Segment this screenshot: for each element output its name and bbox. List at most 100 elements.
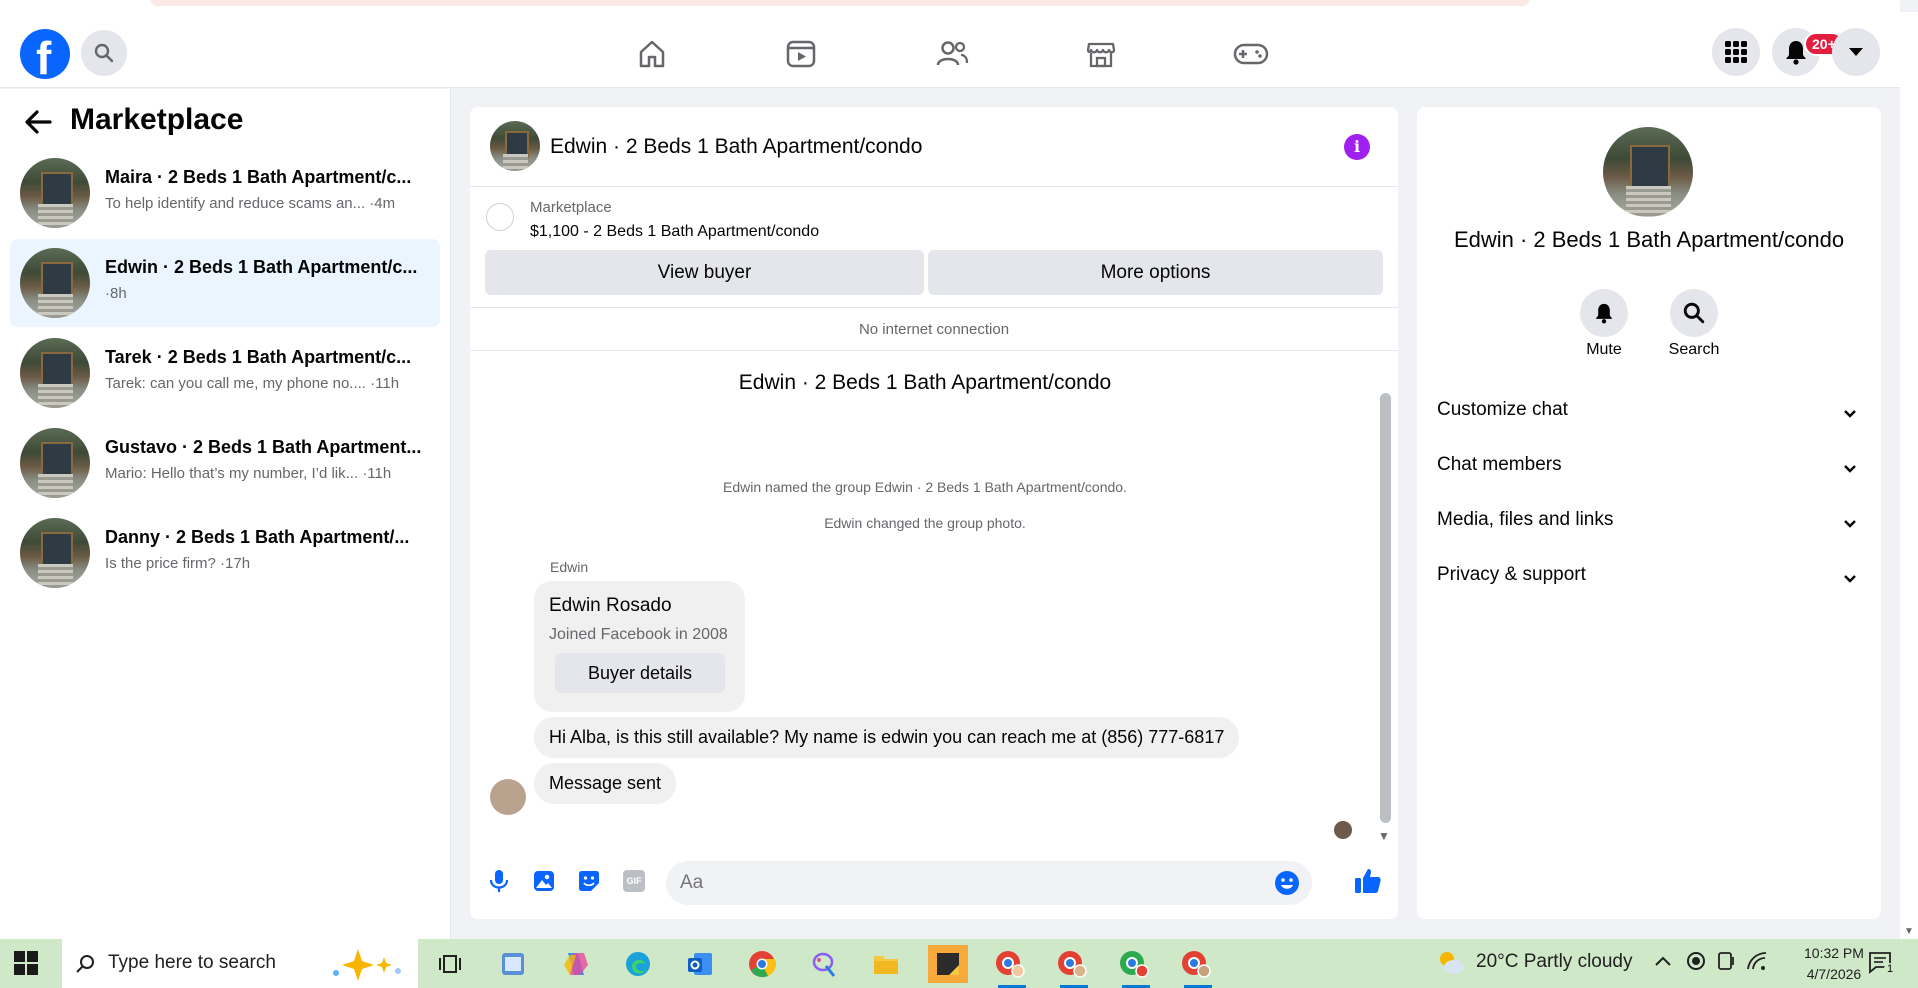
conversation-item-active[interactable]: Edwin · 2 Beds 1 Bath Apartment/c... ·8h: [10, 239, 440, 327]
taskbar-app-chrome[interactable]: [742, 945, 782, 983]
notification-count: 1: [1884, 963, 1896, 975]
system-message: Edwin named the group Edwin · 2 Beds 1 B…: [723, 479, 1127, 495]
start-button[interactable]: [14, 951, 38, 980]
sender-name: Edwin: [550, 559, 589, 575]
mute-label: Mute: [1586, 341, 1622, 358]
account-button[interactable]: [1832, 28, 1880, 76]
taskbar-app-notes[interactable]: [493, 945, 533, 983]
sidebar-title: Marketplace: [70, 103, 244, 136]
taskbar-app-mail[interactable]: [680, 945, 720, 983]
like-button[interactable]: [1352, 865, 1384, 897]
nav-home[interactable]: [632, 34, 672, 74]
chat-scrollbar[interactable]: [1380, 393, 1391, 823]
sparkle-icon: [333, 949, 401, 981]
message-input[interactable]: [680, 861, 1240, 905]
taskbar-app-chrome-profile-3[interactable]: [1114, 945, 1154, 983]
gaming-icon: [1233, 43, 1269, 65]
details-title: Edwin · 2 Beds 1 Bath Apartment/condo: [1453, 227, 1845, 252]
seen-avatar: [1334, 821, 1352, 839]
system-clock[interactable]: 10:32 PM 4/7/2026: [1804, 943, 1864, 985]
chrome-profile-icon: [1182, 951, 1211, 978]
facebook-logo[interactable]: f: [20, 29, 70, 84]
chat-photo[interactable]: [1603, 127, 1693, 217]
outlook-icon: [688, 953, 712, 975]
chat-panel: Edwin · 2 Beds 1 Bath Apartment/condo i …: [470, 107, 1398, 919]
voice-clip-button[interactable]: [485, 867, 513, 895]
nav-friends[interactable]: [932, 34, 972, 74]
taskbar-app-paint[interactable]: [804, 945, 844, 983]
gif-button[interactable]: GIF: [620, 867, 648, 895]
more-options-button[interactable]: More options: [928, 250, 1383, 295]
conversation-item[interactable]: Gustavo · 2 Beds 1 Bath Apartment... Mar…: [10, 419, 440, 507]
nav-gaming[interactable]: [1231, 34, 1271, 74]
section-label: Media, files and links: [1437, 509, 1614, 530]
conversation-item[interactable]: Danny · 2 Beds 1 Bath Apartment/... Is t…: [10, 509, 440, 597]
listing-thumbnail: [20, 338, 90, 408]
conversation-preview: Is the price firm? ·17h: [105, 555, 251, 572]
search-icon: [94, 43, 114, 63]
windows-taskbar: Type here to search 20°C Partly cloudy 1…: [0, 939, 1918, 988]
scroll-down-icon[interactable]: ▼: [1378, 829, 1390, 843]
menu-button[interactable]: [1712, 28, 1760, 76]
nav-marketplace[interactable]: [1081, 34, 1121, 74]
page-scrollbar[interactable]: ▼: [1900, 12, 1918, 939]
clock-time: 10:32 PM: [1804, 945, 1864, 961]
listing-select-radio[interactable]: [486, 203, 514, 231]
message-composer[interactable]: [666, 861, 1312, 905]
media-files-links-row[interactable]: Media, files and links: [1437, 509, 1861, 549]
message-bubble[interactable]: Message sent: [534, 763, 677, 804]
info-icon[interactable]: i: [1344, 134, 1370, 160]
tray-overflow-icon[interactable]: [1654, 951, 1672, 973]
windows-icon: [14, 951, 38, 975]
taskbar-app-explorer[interactable]: [866, 945, 906, 983]
taskbar-app-edge[interactable]: [618, 945, 658, 983]
home-icon: [639, 40, 665, 68]
nav-video[interactable]: [781, 34, 821, 74]
listing-price-title[interactable]: $1,100 - 2 Beds 1 Bath Apartment/condo: [530, 223, 819, 241]
conversation-name: Edwin · 2 Beds 1 Bath Apartment/c...: [105, 257, 418, 277]
view-buyer-button[interactable]: View buyer: [485, 250, 924, 295]
taskbar-app-chrome-profile-2[interactable]: [1052, 945, 1092, 983]
message-bubble[interactable]: Hi Alba, is this still available? My nam…: [534, 717, 1240, 758]
task-view-button[interactable]: [430, 945, 470, 983]
chrome-profile-icon: [1120, 951, 1149, 978]
section-label: Privacy & support: [1437, 564, 1586, 585]
conversation-item[interactable]: Maira · 2 Beds 1 Bath Apartment/c... To …: [10, 149, 440, 237]
record-icon[interactable]: [1686, 951, 1706, 977]
customize-chat-row[interactable]: Customize chat: [1437, 399, 1861, 439]
buyer-details-button[interactable]: Buyer details: [555, 653, 725, 693]
chrome-profile-icon: [1058, 951, 1087, 978]
taskbar-app-chrome-profile-4[interactable]: [1176, 945, 1216, 983]
chrome-profile-icon: [996, 951, 1025, 978]
attach-photo-button[interactable]: [530, 867, 558, 895]
emoji-button[interactable]: [1274, 870, 1300, 901]
conversation-item[interactable]: Tarek · 2 Beds 1 Bath Apartment/c... Tar…: [10, 329, 440, 417]
taskbar-app-chrome-profile-1[interactable]: [990, 945, 1030, 983]
privacy-support-row[interactable]: Privacy & support: [1437, 564, 1861, 604]
paint-icon: [812, 952, 836, 977]
browser-strip: [0, 0, 1900, 12]
device-icon[interactable]: [1716, 951, 1736, 977]
weather-text[interactable]: 20°C Partly cloudy: [1476, 951, 1633, 973]
notification-center-button[interactable]: 1: [1868, 951, 1896, 980]
conversation-name: Gustavo · 2 Beds 1 Bath Apartment...: [105, 437, 422, 457]
friends-icon: [936, 41, 969, 66]
mute-button[interactable]: [1580, 289, 1628, 337]
chat-title[interactable]: Edwin · 2 Beds 1 Bath Apartment/condo: [550, 135, 922, 159]
taskbar-app-copilot[interactable]: [556, 945, 596, 983]
sticker-button[interactable]: [575, 867, 603, 895]
back-button[interactable]: [24, 109, 52, 140]
wifi-icon[interactable]: [1746, 951, 1768, 977]
avatar[interactable]: [490, 779, 526, 815]
taskbar-search[interactable]: Type here to search: [62, 939, 418, 988]
conversation-preview: Mario: Hello that’s my number, I’d lik..…: [105, 465, 392, 482]
search-button[interactable]: [81, 30, 127, 76]
top-navigation-bar: f 20+: [0, 12, 1900, 88]
chat-thumbnail[interactable]: [490, 121, 540, 171]
sticky-notes-icon: [937, 953, 959, 975]
chat-members-row[interactable]: Chat members: [1437, 454, 1861, 494]
section-label: Chat members: [1437, 454, 1562, 475]
search-chat-button[interactable]: [1670, 289, 1718, 337]
taskbar-app-sticky-notes[interactable]: [928, 945, 968, 983]
scroll-down-arrow-icon[interactable]: ▼: [1904, 926, 1914, 937]
